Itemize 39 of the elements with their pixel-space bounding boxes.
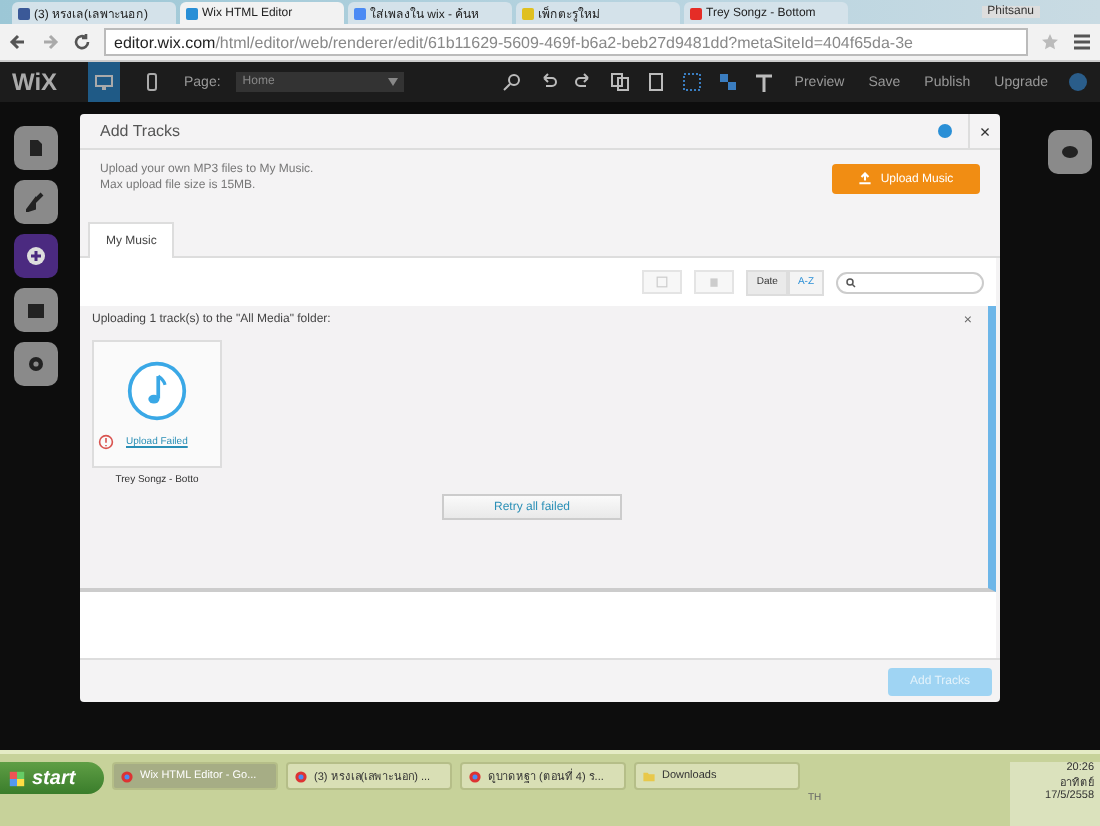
app-market-button[interactable] [14,288,58,332]
phone-icon [142,72,162,92]
dialog-title: Add Tracks [98,122,183,140]
browser-icon [294,769,308,783]
music-note-icon [126,360,188,422]
zoom-icon [502,72,523,92]
caret-icon [388,78,399,86]
monitor-icon [94,72,114,92]
wix-logo: WiX [12,68,60,96]
settings-button[interactable] [14,342,58,386]
chat-button[interactable] [1048,130,1092,174]
forward-arrow-icon [40,32,60,52]
reload-icon [72,32,92,52]
plus-icon [26,246,46,266]
back-arrow-icon [8,32,28,52]
device-toggle[interactable] [88,62,120,102]
address-bar[interactable]: editor.wix.com/html/editor/web/renderer/edit/61b11629-5609-469f-b6a2-beb27d9481dd?metaSiteId=404f65da-3e [104,28,1028,56]
browser-icon [120,769,134,783]
undo-icon [538,72,559,92]
menu-icon [1072,32,1092,52]
search-field[interactable] [836,271,984,293]
error-icon [98,434,114,450]
star-icon [1040,32,1060,52]
folder-icon [642,769,656,783]
windows-flag-icon [8,769,26,787]
search-icon [846,277,856,287]
design-button[interactable] [14,180,58,224]
add-button[interactable] [14,234,58,278]
upload-icon [858,172,873,186]
document-icon [26,138,46,158]
start-button[interactable]: start [0,762,104,794]
gridlines-icon [682,72,703,92]
checkbox-icon [656,276,669,288]
close-button[interactable]: × [968,113,1000,149]
pages-button[interactable] [14,126,58,170]
redo-icon [574,72,595,92]
brush-icon [26,192,46,212]
copy-icon [610,72,631,92]
browser-icon [468,769,482,783]
